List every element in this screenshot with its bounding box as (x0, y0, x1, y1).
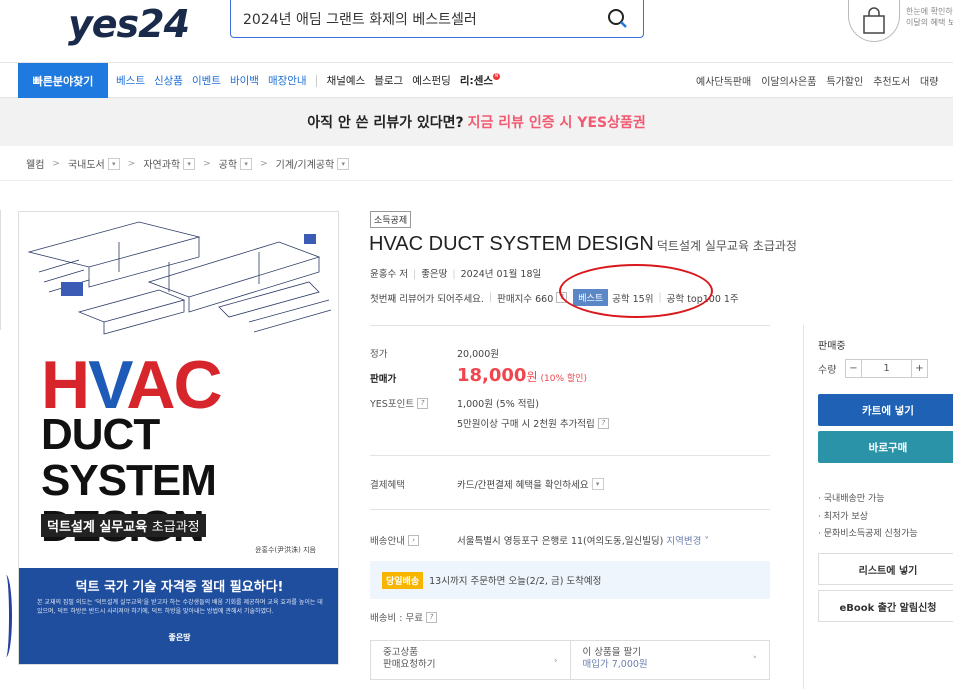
product-meta: 윤홍수 저 | 좋은땅 | 2024년 01월 18일 (370, 269, 542, 280)
search-icon[interactable] (607, 8, 629, 34)
breadcrumb-mechanical[interactable]: 기계/기계공학 ▾ (276, 156, 350, 171)
divider (0, 210, 1, 330)
duct-illustration (27, 221, 332, 335)
author-link[interactable]: 윤홍수 저 (370, 269, 408, 280)
nav-recommend[interactable]: 추천도서 (873, 73, 910, 88)
carousel-edge (0, 575, 12, 657)
chevron-down-icon[interactable]: ▾ (183, 157, 196, 170)
nav-bulk[interactable]: 대량 (920, 73, 938, 88)
chevron-down-icon[interactable]: ▾ (591, 478, 604, 490)
nav-blog[interactable]: 블로그 (374, 73, 403, 88)
nav-funding[interactable]: 예스펀딩 (412, 73, 451, 88)
chevron-right-icon[interactable]: › (407, 534, 419, 546)
breadcrumb-science[interactable]: 자연과학 ▾ (143, 156, 196, 171)
benefit-link[interactable]: 카드/간편결제 혜택을 확인하세요 ▾ (457, 477, 604, 491)
quick-category-button[interactable]: 빠른분야찾기 (18, 63, 108, 98)
breadcrumb-home[interactable]: 웰컴 (26, 156, 44, 171)
delivery-notes: · 국내배송만 가능 · 최저가 보상 · 문화비소득공제 신청가능 (818, 494, 918, 539)
sale-price: 18,000원 (10% 할인) (457, 365, 587, 386)
divider (370, 455, 770, 456)
search-bar[interactable] (230, 0, 644, 38)
add-to-list-button[interactable]: 리스트에 넣기 (818, 553, 953, 585)
search-input[interactable] (243, 10, 583, 27)
point-label: YES포인트? (370, 396, 429, 410)
book-cover[interactable]: HVAC DUCT SYSTEMDESIGN 덕트설계 실무교육 초급과정 윤홍… (18, 211, 339, 665)
nav-discount[interactable]: 특가할인 (826, 73, 863, 88)
breadcrumb-engineering[interactable]: 공학 ▾ (219, 156, 253, 171)
ebook-alert-button[interactable]: eBook 출간 알림신청 (818, 590, 953, 622)
breadcrumb: 웰컴 > 국내도서 ▾ > 자연과학 ▾ > 공학 ▾ > 기계/기계공학 ▾ (26, 156, 350, 171)
sale-status: 판매중 (818, 341, 846, 352)
divider (370, 509, 770, 510)
chevron-down-icon[interactable]: ▾ (240, 157, 253, 170)
chevron-right-icon: › (553, 656, 558, 666)
highlight-annotation (559, 264, 713, 318)
shopping-bag-icon[interactable] (848, 0, 900, 42)
cover-headline: 덕트 국가 기술 자격증 절대 필요하다! (75, 580, 284, 595)
banner-highlight: 지금 리뷰 인증 시 YES상품권 (467, 115, 646, 131)
quantity-input[interactable]: 1 (862, 359, 911, 378)
point-value: 1,000원 (5% 적립) (457, 399, 539, 410)
publisher-link[interactable]: 좋은땅 (421, 269, 447, 280)
cover-publisher: 좋은땅 (168, 633, 191, 642)
help-icon[interactable]: ? (597, 417, 609, 429)
divider (803, 325, 804, 689)
review-link[interactable]: 첫번째 리뷰어가 되어주세요. (370, 291, 484, 305)
quantity-label: 수량 (818, 365, 837, 376)
quantity-stepper: − 1 + (845, 359, 928, 378)
cover-blurb: 본 교재의 집필 의도는 '덕트설계 실무교육'을 받고자 하는 수강생들의 배… (37, 599, 323, 615)
nav-buyback[interactable]: 바이백 (230, 73, 259, 88)
used-sell-box: 중고상품 판매요청하기 › 이 상품을 팔기 매입가 7,000원 ˅ (370, 640, 770, 680)
chevron-down-icon: ˅ (752, 656, 758, 666)
nav-best[interactable]: 베스트 (116, 73, 145, 88)
publish-date: 2024년 01월 18일 (460, 269, 542, 280)
benefit-hint: 한눈에 확인하 이달의 혜택 보 (906, 7, 953, 27)
shipping-fee: 배송비 : 무료? (370, 610, 437, 624)
increase-button[interactable]: + (911, 359, 928, 378)
nav-event[interactable]: 이벤트 (192, 73, 221, 88)
used-request-button[interactable]: 중고상품 판매요청하기 › (371, 641, 570, 679)
sales-index: 판매지수 660 (497, 293, 554, 305)
benefit-label: 결제혜택 (370, 480, 405, 491)
list-price-label: 정가 (370, 349, 388, 360)
same-day-badge: 당일배송 (382, 571, 424, 589)
cover-author: 윤홍수(尹洪洙) 지음 (255, 546, 316, 554)
nav-exclusive[interactable]: 예사단독판매 (696, 73, 751, 88)
breadcrumb-domestic[interactable]: 국내도서 ▾ (68, 156, 120, 171)
help-icon[interactable]: ? (417, 397, 429, 409)
yes24-logo[interactable]: yes24 (68, 2, 190, 46)
nav-divider (315, 74, 317, 87)
cover-subtitle: 덕트설계 실무교육 초급과정 (41, 514, 206, 537)
decrease-button[interactable]: − (845, 359, 862, 378)
main-nav: 빠른분야찾기 베스트 신상품 이벤트 바이백 매장안내 채널예스 블로그 예스펀… (0, 62, 953, 98)
add-to-cart-button[interactable]: 카트에 넣기 (818, 394, 953, 426)
review-banner[interactable]: 아직 안 쓴 리뷰가 있다면? 지금 리뷰 인증 시 YES상품권 (0, 98, 953, 146)
nav-store[interactable]: 매장안내 (268, 73, 307, 88)
nav-new[interactable]: 신상품 (154, 73, 183, 88)
product-title: HVAC DUCT SYSTEM DESIGN 덕트설계 실무교육 초급과정 (369, 233, 797, 255)
point-extra: 5만원이상 구매 시 2천원 추가적립? (457, 416, 609, 430)
buy-now-button[interactable]: 바로구매 (818, 431, 953, 463)
same-day-delivery: 당일배송 13시까지 주문하면 오늘(2/2, 금) 도착예정 (370, 561, 770, 599)
delivery-label: 배송안내 › (370, 533, 419, 547)
divider (0, 180, 953, 181)
nav-license[interactable]: 리:센스 N (460, 73, 501, 88)
help-icon[interactable]: ? (425, 611, 437, 623)
list-price: 20,000원 (457, 349, 499, 360)
chevron-down-icon[interactable]: ▾ (107, 157, 120, 170)
sell-item-button[interactable]: 이 상품을 팔기 매입가 7,000원 ˅ (569, 641, 770, 679)
divider (370, 325, 770, 326)
sale-price-label: 판매가 (370, 374, 397, 385)
chevron-down-icon[interactable]: ▾ (337, 157, 350, 170)
cover-footer: 덕트 국가 기술 자격증 절대 필요하다! 본 교재의 집필 의도는 '덕트설계… (19, 568, 338, 664)
nav-gift[interactable]: 이달의사은품 (761, 73, 816, 88)
change-region-link[interactable]: 지역변경 ˅ (666, 536, 709, 547)
nav-channel-yes[interactable]: 채널예스 (327, 73, 366, 88)
new-badge: N (493, 73, 501, 80)
tax-deduction-tag: 소득공제 (370, 211, 412, 228)
delivery-address: 서울특별시 영등포구 은행로 11(여의도동,일신빌딩) 지역변경 ˅ (457, 536, 710, 547)
